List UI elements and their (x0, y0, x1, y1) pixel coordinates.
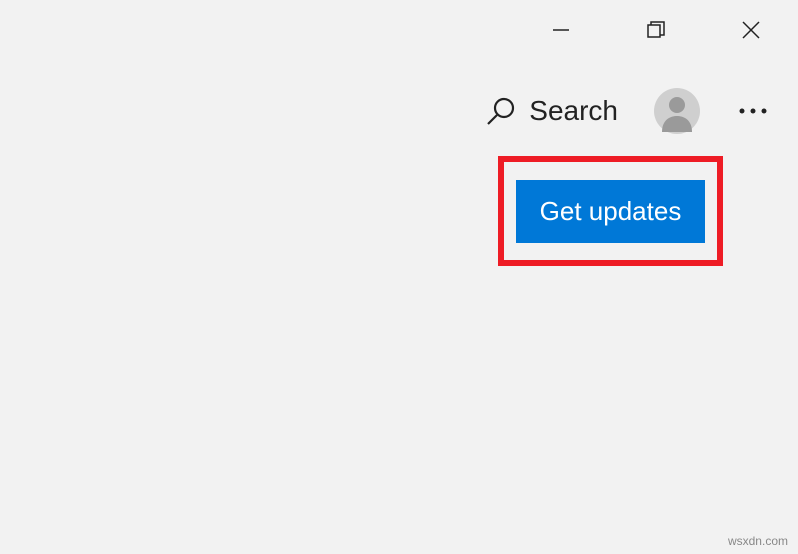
search-label: Search (529, 95, 618, 127)
window-title-bar (513, 0, 798, 60)
close-button[interactable] (703, 0, 798, 60)
maximize-icon (646, 20, 666, 40)
ellipsis-icon (738, 107, 768, 115)
maximize-button[interactable] (608, 0, 703, 60)
minimize-icon (552, 21, 570, 39)
search-icon (485, 95, 517, 127)
get-updates-button[interactable]: Get updates (516, 180, 706, 243)
app-toolbar: Search (485, 88, 778, 134)
close-icon (741, 20, 761, 40)
highlight-annotation: Get updates (498, 156, 723, 266)
minimize-button[interactable] (513, 0, 608, 60)
watermark-text: wsxdn.com (728, 534, 788, 548)
search-button[interactable]: Search (485, 95, 618, 127)
person-icon (654, 88, 700, 134)
user-avatar-button[interactable] (654, 88, 700, 134)
more-options-button[interactable] (728, 88, 778, 134)
